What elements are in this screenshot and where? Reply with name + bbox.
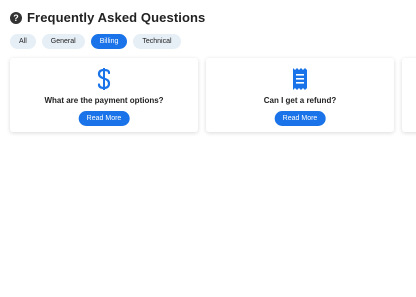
read-more-button[interactable]: Read More <box>274 111 326 126</box>
read-more-button[interactable]: Read More <box>78 111 130 126</box>
page-header: ? Frequently Asked Questions <box>10 10 205 25</box>
faq-question: What are the payment options? <box>44 96 164 105</box>
faq-card-list: What are the payment options? Read More … <box>10 58 416 134</box>
question-circle-icon: ? <box>10 11 22 24</box>
faq-question: Can I get a refund? <box>263 96 337 105</box>
dollar-sign-icon <box>94 67 114 91</box>
filter-billing-chip[interactable]: Billing <box>90 34 128 49</box>
filter-technical-chip[interactable]: Technical <box>133 34 181 49</box>
faq-page: ? Frequently Asked Questions All General… <box>0 0 416 297</box>
filter-all-chip[interactable]: All <box>10 34 36 49</box>
faq-card-refund: Can I get a refund? Read More <box>206 58 394 132</box>
category-filters: All General Billing Technical <box>10 34 181 49</box>
faq-card-partial <box>402 58 416 132</box>
page-title: Frequently Asked Questions <box>27 10 206 25</box>
receipt-icon <box>290 67 310 91</box>
faq-card-payment-options: What are the payment options? Read More <box>10 58 198 132</box>
filter-general-chip[interactable]: General <box>41 34 85 49</box>
